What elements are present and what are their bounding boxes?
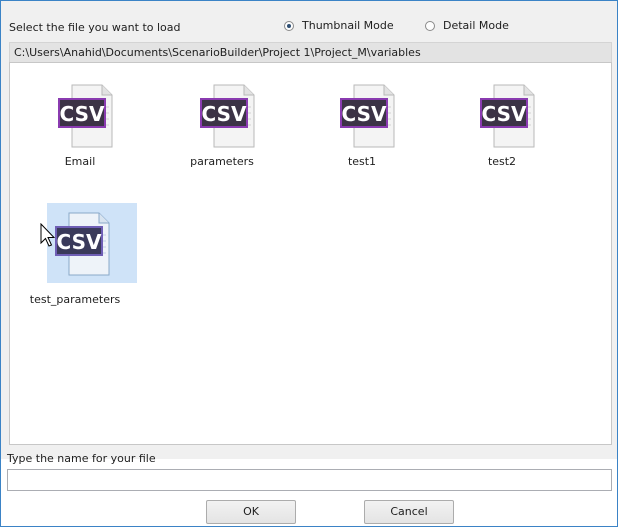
ok-button[interactable]: OK bbox=[206, 500, 296, 524]
file-item-test2[interactable]: CSV test2 bbox=[456, 75, 548, 175]
prompt-label: Select the file you want to load bbox=[9, 21, 181, 34]
mouse-pointer-icon bbox=[40, 223, 56, 247]
radio-selected-icon bbox=[284, 20, 294, 31]
file-list[interactable]: CSV Email CSV parameters CSV test1 CSV t… bbox=[9, 62, 612, 445]
csv-file-icon: CSV bbox=[340, 84, 395, 148]
file-name-input[interactable] bbox=[7, 469, 612, 491]
svg-text:CSV: CSV bbox=[60, 102, 105, 126]
radio-unselected-icon bbox=[425, 20, 435, 31]
file-name: parameters bbox=[190, 155, 254, 168]
file-name: test_parameters bbox=[29, 293, 121, 306]
csv-file-icon: CSV bbox=[55, 212, 110, 276]
file-item-email[interactable]: CSV Email bbox=[34, 75, 126, 175]
file-browser-panel: Select the file you want to load Thumbna… bbox=[1, 1, 617, 459]
file-name: Email bbox=[64, 155, 96, 168]
svg-text:CSV: CSV bbox=[57, 230, 102, 254]
thumbnail-mode-label: Thumbnail Mode bbox=[302, 19, 394, 32]
file-item-test1[interactable]: CSV test1 bbox=[316, 75, 408, 175]
file-item-test-parameters[interactable]: CSV test_parameters bbox=[30, 203, 139, 313]
svg-text:CSV: CSV bbox=[202, 102, 247, 126]
file-name: test2 bbox=[487, 155, 517, 168]
cancel-button[interactable]: Cancel bbox=[364, 500, 454, 524]
csv-file-icon: CSV bbox=[58, 84, 113, 148]
csv-file-icon: CSV bbox=[200, 84, 255, 148]
svg-text:CSV: CSV bbox=[482, 102, 527, 126]
detail-mode-label: Detail Mode bbox=[443, 19, 509, 32]
current-path: C:\Users\Anahid\Documents\ScenarioBuilde… bbox=[9, 42, 612, 62]
file-name-label: Type the name for your file bbox=[7, 452, 156, 465]
detail-mode-radio[interactable]: Detail Mode bbox=[425, 19, 509, 32]
file-name: test1 bbox=[347, 155, 377, 168]
thumbnail-mode-radio[interactable]: Thumbnail Mode bbox=[284, 19, 394, 32]
csv-file-icon: CSV bbox=[480, 84, 535, 148]
svg-text:CSV: CSV bbox=[342, 102, 387, 126]
file-item-parameters[interactable]: CSV parameters bbox=[176, 75, 268, 175]
